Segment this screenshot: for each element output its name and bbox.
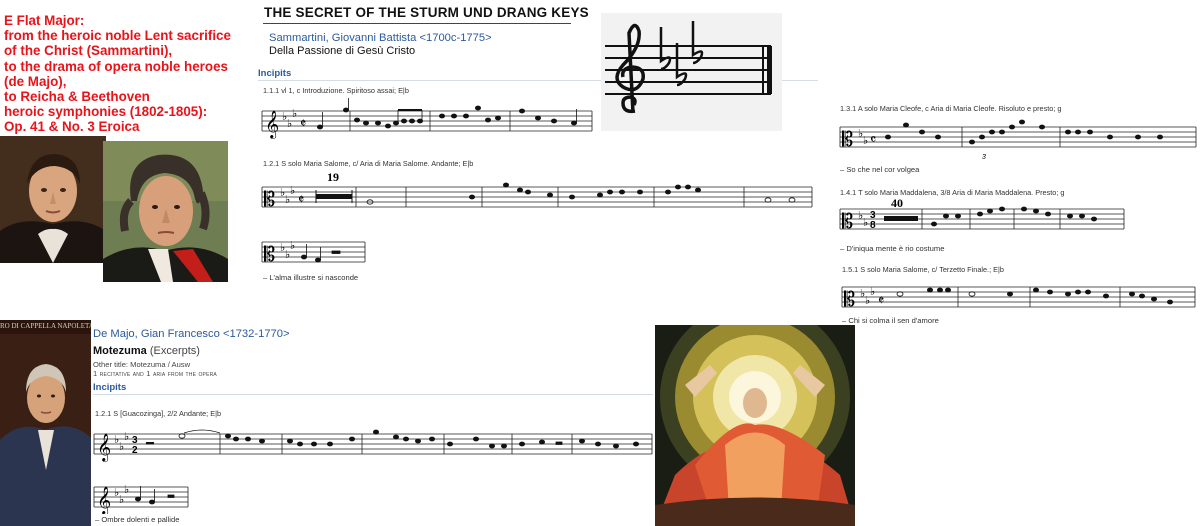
svg-text:𝄵: 𝄵 [298,192,304,208]
svg-text:𝄞: 𝄞 [265,110,279,139]
svg-text:𝄡: 𝄡 [842,209,853,233]
demajo-incipits-heading: Incipits [93,382,127,393]
intro-line: from the heroic noble Lent sacrifice [4,28,231,44]
incipit-lyric: – So che nel cor volgea [840,165,920,174]
beethoven-portrait [103,141,228,282]
demajo-work-suffix: (Excerpts) [146,345,200,357]
rest-count: 19 [327,170,339,184]
rest-count: 40 [891,196,903,210]
svg-text:♭: ♭ [863,217,868,229]
portrait-caption: RO DI CAPPELLA NAPOLETANO [0,322,91,330]
svg-text:♭: ♭ [292,108,297,120]
svg-text:𝄞: 𝄞 [97,433,111,462]
title-underline [263,23,571,24]
sammartini-composer-link[interactable]: Sammartini, Giovanni Battista <1700c-177… [269,32,492,44]
intro-line: (de Majo), [4,73,67,89]
intro-text: E Flat Major: from the heroic noble Lent… [4,13,244,135]
svg-text:𝄡: 𝄡 [842,127,853,151]
demajo-composer-link[interactable]: De Majo, Gian Francesco <1732-1770> [93,328,290,340]
svg-text:𝄴: 𝄴 [870,132,876,148]
incipit-label: 1.3.1 A solo Maria Cleofe, c Aria di Mar… [840,104,1062,113]
incipit-lyric: – L'alma illustre si nasconde [263,273,359,282]
incipit-staff[interactable]: 𝄞 ♭ ♭ ♭ 32 [92,421,657,467]
page-title: THE SECRET OF THE STURM UND DRANG KEYS [264,5,589,20]
incipit-staff-continuation[interactable]: 𝄡 ♭ ♭ ♭ [260,233,370,267]
svg-text:𝄞: 𝄞 [97,486,111,514]
incipit-label: 1.1.1 vl 1, c Introduzione. Spiritoso as… [263,86,409,95]
svg-text:♭: ♭ [870,286,875,298]
svg-text:8: 8 [870,220,876,231]
sammartini-incipits-heading: Incipits [258,68,292,79]
intro-line: to the drama of opera noble heroes [4,58,228,74]
incipit-staff[interactable]: 𝄞 ♭ ♭ ♭ 𝄵 [260,98,595,140]
incipit-lyric: – D'iniqua mente è rio costume [840,244,945,253]
svg-text:𝄡: 𝄡 [264,187,275,211]
demajo-work-title: Motezuma [93,345,147,357]
incipit-staff[interactable]: 𝄡 ♭ ♭ 38 40 [838,196,1128,240]
incipit-staff-continuation[interactable]: 𝄞 ♭ ♭ ♭ [92,476,192,514]
svg-text:2: 2 [132,445,138,456]
intro-line: heroic symphonies (1802-1805): [4,104,208,120]
key-signature-image [601,13,782,131]
svg-text:♭: ♭ [124,431,129,443]
intro-line: to Reicha & Beethoven [4,89,150,105]
incipit-lyric: – Chi si colma il sen d'amore [842,316,939,325]
svg-text:𝄵: 𝄵 [878,293,884,309]
incipit-label: 1.2.1 S solo Maria Salome, c/ Aria di Ma… [263,159,474,168]
demajo-work: Motezuma (Excerpts) [93,345,200,357]
demajo-portrait: RO DI CAPPELLA NAPOLETANO [0,320,91,526]
svg-text:♭: ♭ [863,135,868,147]
sammartini-work-title: Della Passione di Gesù Cristo [269,45,416,57]
svg-text:3: 3 [982,154,986,161]
reicha-portrait [0,136,106,263]
demajo-incipits-divider [93,394,653,395]
svg-text:♭: ♭ [290,185,295,197]
intro-line: of the Christ (Sammartini), [4,43,173,59]
svg-text:♭: ♭ [290,240,295,252]
svg-text:𝄡: 𝄡 [264,242,275,266]
demajo-other-title: Other title: Motezuma / Ausw [93,360,191,369]
svg-text:𝄵: 𝄵 [300,116,306,132]
incipit-staff[interactable]: 𝄡 ♭ ♭ ♭ 𝄵 [840,274,1198,316]
resurrection-painting [655,325,855,526]
intro-line: Op. 41 & No. 3 Eroica [4,119,140,135]
intro-line: E Flat Major: [4,13,85,28]
svg-text:♭: ♭ [124,484,129,496]
incipit-staff[interactable]: 𝄡 ♭ ♭ ♭ 𝄵 19 [260,170,815,214]
incipit-lyric: – Ombre dolenti e pallide [95,515,180,524]
svg-text:𝄡: 𝄡 [844,287,855,311]
incipit-label: 1.2.1 S [Guacozinga], 2/2 Andante; E|b [95,409,222,418]
incipit-label: 1.5.1 S solo Maria Salome, c/ Terzetto F… [842,265,1004,274]
incipit-staff[interactable]: 𝄡 ♭ ♭ 𝄴 3 [838,116,1200,162]
demajo-description: 1 recitative and 1 aria from the opera [93,369,217,378]
